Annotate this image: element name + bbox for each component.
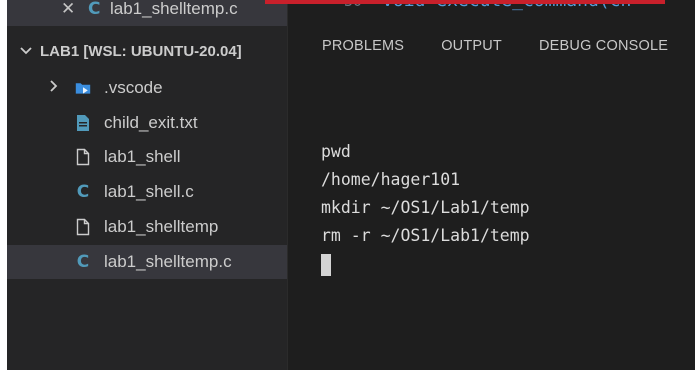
close-icon[interactable]: ✕: [61, 0, 75, 19]
generic-file-icon: [75, 217, 91, 237]
chevron-down-icon: [19, 43, 33, 59]
red-underline-decoration: [265, 0, 665, 4]
terminal-line: pwd: [321, 142, 351, 161]
tree-item-label: lab1_shelltemp.c: [104, 252, 232, 271]
text-file-icon: [75, 113, 91, 133]
open-editor-label: lab1_shelltemp.c: [110, 0, 238, 18]
c-file-icon: C: [76, 182, 90, 202]
tree-item-lab1-shell[interactable]: lab1_shell: [7, 140, 287, 174]
terminal-line: mkdir ~/OS1/Lab1/temp: [321, 198, 530, 217]
tree-item-vscode-folder[interactable]: .vscode: [7, 71, 287, 105]
tree-item-label: .vscode: [104, 78, 163, 97]
open-editor-item[interactable]: ✕ C lab1_shelltemp.c: [7, 0, 287, 26]
tree-item-lab1-shelltemp-c[interactable]: C lab1_shelltemp.c: [7, 245, 287, 279]
bottom-panel: 30 void execute_command(ch PROBLEMS OUTPU…: [287, 0, 695, 370]
tree-item-label: lab1_shell.c: [104, 182, 194, 201]
chevron-right-icon: [49, 79, 59, 97]
c-file-icon: C: [76, 252, 90, 272]
terminal-cursor: [321, 254, 331, 276]
panel-tabs: PROBLEMS OUTPUT DEBUG CONSOLE: [322, 38, 668, 54]
tree-item-lab1-shelltemp[interactable]: lab1_shelltemp: [7, 210, 287, 244]
tab-debug-console[interactable]: DEBUG CONSOLE: [539, 38, 668, 54]
tree-item-label: child_exit.txt: [104, 113, 198, 132]
workspace-title: LAB1 [WSL: UBUNTU-20.04]: [40, 42, 242, 60]
tab-output[interactable]: OUTPUT: [441, 38, 502, 54]
vscode-window: ✕ C lab1_shelltemp.c LAB1 [WSL: UBUNTU-2…: [7, 0, 695, 370]
explorer-sidebar: ✕ C lab1_shelltemp.c LAB1 [WSL: UBUNTU-2…: [7, 0, 287, 370]
tree-item-lab1-shell-c[interactable]: C lab1_shell.c: [7, 175, 287, 209]
tree-item-child-exit-txt[interactable]: child_exit.txt: [7, 106, 287, 140]
terminal-output[interactable]: pwd /home/hager101 mkdir ~/OS1/Lab1/temp…: [321, 138, 530, 276]
generic-file-icon: [75, 147, 91, 167]
tree-item-label: lab1_shelltemp: [104, 217, 219, 236]
tab-problems[interactable]: PROBLEMS: [322, 38, 404, 54]
explorer-section-header[interactable]: LAB1 [WSL: UBUNTU-20.04]: [7, 34, 287, 68]
c-file-icon: C: [88, 0, 101, 19]
tree-item-label: lab1_shell: [104, 147, 181, 166]
terminal-line: /home/hager101: [321, 170, 461, 189]
vscode-folder-icon: [75, 78, 91, 98]
terminal-line: rm -r ~/OS1/Lab1/temp: [321, 226, 530, 245]
